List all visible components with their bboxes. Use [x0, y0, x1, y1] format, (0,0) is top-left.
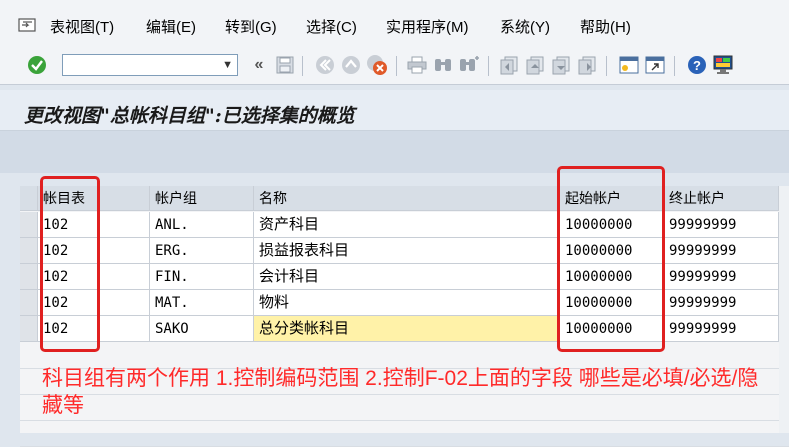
cell-name[interactable]: 物料	[254, 290, 560, 316]
row-selector[interactable]	[20, 290, 38, 316]
header-to-account[interactable]: 终止帐户	[664, 186, 779, 211]
last-page-icon[interactable]	[576, 54, 598, 76]
cell-from-account[interactable]: 10000000	[560, 238, 664, 264]
double-chevron-left-icon[interactable]: «	[248, 54, 270, 76]
row-selector[interactable]	[20, 316, 38, 342]
table-row[interactable]: 102 SAKO 总分类帐科目 10000000 99999999	[20, 316, 789, 342]
menu-help[interactable]: 帮助(H)	[580, 16, 631, 37]
menu-utilities[interactable]: 实用程序(M)	[386, 16, 469, 37]
cell-from-account[interactable]: 10000000	[560, 212, 664, 238]
print-icon[interactable]	[406, 54, 428, 76]
create-session-icon[interactable]	[618, 54, 640, 76]
cell-name[interactable]: 资产科目	[254, 212, 560, 238]
exit-icon[interactable]	[340, 54, 362, 76]
svg-text:?: ?	[693, 58, 701, 73]
cell-chart-of-accounts: 102	[38, 290, 150, 316]
cell-chart-of-accounts: 102	[38, 316, 150, 342]
cell-from-account[interactable]: 10000000	[560, 264, 664, 290]
toolbar-separator	[606, 56, 607, 76]
menu-system[interactable]: 系统(Y)	[500, 16, 550, 37]
menu-edit[interactable]: 编辑(E)	[146, 16, 196, 37]
menu-selection[interactable]: 选择(C)	[306, 16, 357, 37]
find-icon[interactable]	[432, 54, 454, 76]
table-header: 帐目表 帐户组 名称 起始帐户 终止帐户	[20, 186, 789, 212]
empty-table-row[interactable]	[20, 420, 789, 447]
toolbar-separator	[674, 56, 675, 76]
header-chart-of-accounts[interactable]: 帐目表	[38, 186, 150, 211]
cell-name[interactable]: 会计科目	[254, 264, 560, 290]
cell-chart-of-accounts: 102	[38, 212, 150, 238]
annotation-text: 科目组有两个作用 1.控制编码范围 2.控制F-02上面的字段 哪些是必填/必选…	[42, 367, 759, 417]
header-name[interactable]: 名称	[254, 186, 560, 211]
header-from-account[interactable]: 起始帐户	[560, 186, 664, 211]
select-all-button[interactable]	[20, 186, 38, 211]
cell-account-group: SAKO	[150, 316, 254, 342]
back-icon[interactable]	[314, 54, 336, 76]
table-row[interactable]: 102 FIN. 会计科目 10000000 99999999	[20, 264, 789, 290]
table-row[interactable]: 102 ANL. 资产科目 10000000 99999999	[20, 212, 789, 238]
cell-from-account[interactable]: 10000000	[560, 316, 664, 342]
dropdown-arrow-icon[interactable]: ▼	[222, 59, 233, 71]
command-field[interactable]: ▼	[62, 54, 238, 76]
table-row[interactable]: 102 MAT. 物料 10000000 99999999	[20, 290, 789, 316]
menu-expand-icon[interactable]	[18, 18, 36, 32]
cell-account-group: FIN.	[150, 264, 254, 290]
cell-to-account[interactable]: 99999999	[664, 316, 779, 342]
cell-account-group: ERG.	[150, 238, 254, 264]
menu-bar: 表视图(T) 编辑(E) 转到(G) 选择(C) 实用程序(M) 系统(Y) 帮…	[0, 0, 789, 48]
menu-goto[interactable]: 转到(G)	[225, 16, 277, 37]
cell-name[interactable]: 损益报表科目	[254, 238, 560, 264]
page-title: 更改视图"总帐科目组":已选择集的概览	[24, 105, 355, 127]
cell-to-account[interactable]: 99999999	[664, 212, 779, 238]
shortcut-icon[interactable]	[644, 54, 666, 76]
title-bar: 更改视图"总帐科目组":已选择集的概览	[0, 90, 789, 131]
cell-from-account[interactable]: 10000000	[560, 290, 664, 316]
standard-toolbar: ▼ « ?	[0, 48, 789, 85]
header-account-group[interactable]: 帐户组	[150, 186, 254, 211]
help-icon[interactable]: ?	[686, 54, 708, 76]
table-row[interactable]: 102 ERG. 损益报表科目 10000000 99999999	[20, 238, 789, 264]
cell-chart-of-accounts: 102	[38, 238, 150, 264]
toolbar-separator	[302, 56, 303, 76]
cell-to-account[interactable]: 99999999	[664, 264, 779, 290]
row-selector[interactable]	[20, 212, 38, 238]
vertical-scrollbar[interactable]	[779, 186, 789, 433]
toolbar-separator	[396, 56, 397, 76]
find-next-icon[interactable]	[458, 54, 480, 76]
cell-to-account[interactable]: 99999999	[664, 290, 779, 316]
first-page-icon[interactable]	[498, 54, 520, 76]
previous-page-icon[interactable]	[524, 54, 546, 76]
row-selector[interactable]	[20, 238, 38, 264]
menu-table-view[interactable]: 表视图(T)	[50, 16, 114, 37]
cell-chart-of-accounts: 102	[38, 264, 150, 290]
save-icon[interactable]	[274, 54, 296, 76]
cell-account-group: ANL.	[150, 212, 254, 238]
enter-icon[interactable]	[26, 54, 48, 76]
toolbar-separator	[488, 56, 489, 76]
cell-account-group: MAT.	[150, 290, 254, 316]
next-page-icon[interactable]	[550, 54, 572, 76]
customize-layout-icon[interactable]	[712, 54, 734, 76]
application-toolbar	[0, 131, 789, 173]
cancel-icon[interactable]	[366, 54, 388, 76]
cell-to-account[interactable]: 99999999	[664, 238, 779, 264]
row-selector[interactable]	[20, 264, 38, 290]
cell-name-focused[interactable]: 总分类帐科目	[254, 316, 560, 342]
